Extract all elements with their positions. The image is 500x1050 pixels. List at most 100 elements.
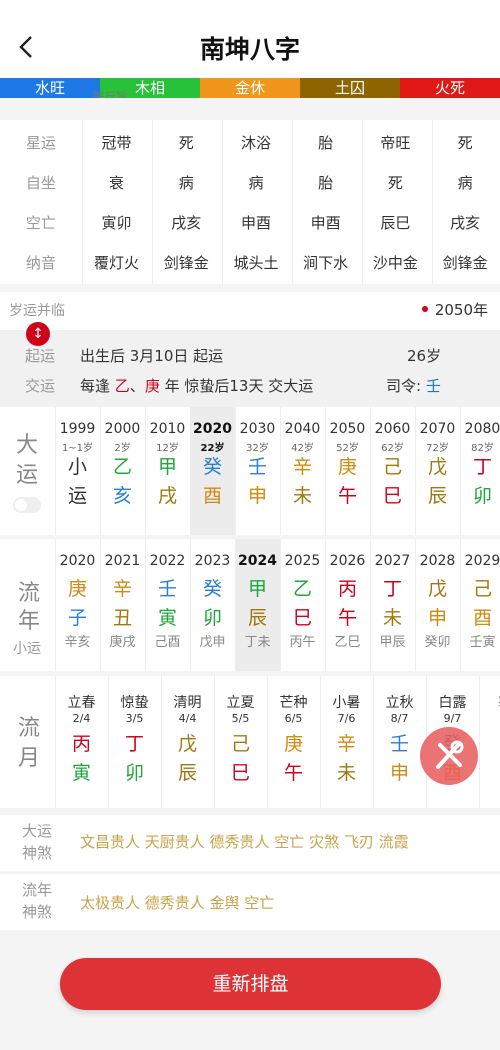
expand-collapse-icon[interactable]: ↕ (26, 322, 50, 346)
liuyue-date: 6/5 (284, 712, 303, 725)
liunian-column[interactable]: 2021 辛丑庚戌 (100, 539, 145, 671)
dayun-zhi: 未 (292, 485, 312, 507)
table-cell: 剑锋金 (442, 253, 488, 272)
liuyue-column[interactable]: 惊蛰 3/5 丁卯 (108, 676, 161, 808)
liunian-column[interactable]: 2025 乙巳丙午 (280, 539, 325, 671)
table-cell: 冠带 (101, 133, 132, 152)
liunian-xiaoyun: 丙午 (289, 635, 316, 650)
liuyue-column[interactable]: 小暑 7/6 辛未 (320, 676, 373, 808)
dayun-column[interactable]: 2040 42岁辛未 (280, 407, 325, 535)
liunian-side-sub: 小运 (13, 641, 41, 657)
liunian-year: 2020 (59, 553, 96, 569)
liunian-shensha-row: 流年 神煞 太极贵人 德秀贵人 金舆 空亡 (0, 874, 500, 930)
liuyue-date: 3/5 (125, 712, 144, 725)
liuyue-date: 4/4 (178, 712, 197, 725)
liuyue-column[interactable]: 芒种 6/5 庚午 (267, 676, 320, 808)
liunian-year: 2024 (238, 553, 277, 569)
dayun-zhi: 卯 (472, 485, 492, 507)
dayun-column[interactable]: 2020 22岁癸酉 (190, 407, 235, 535)
column-divider (325, 407, 326, 535)
liuyue-column[interactable]: 立秋 8/7 壬申 (373, 676, 426, 808)
dayun-zhi: 亥 (112, 485, 132, 507)
liunian-gan: 丙 (337, 578, 357, 600)
column-divider (190, 539, 191, 671)
liunian-year: 2029 (464, 553, 500, 569)
column-divider (415, 407, 416, 535)
liuyue-zhi: 午 (283, 762, 303, 784)
liuyue-gan: 壬 (389, 733, 409, 755)
column-divider (235, 407, 236, 535)
dayun-year: 2080 (464, 421, 500, 437)
liunian-gan: 壬 (157, 578, 177, 600)
column-divider (55, 407, 56, 535)
table-cell: 覆灯火 (94, 253, 140, 272)
dayun-age: 2岁 (114, 443, 131, 454)
dayun-gan: 小 (67, 456, 87, 478)
liunian-year: 2026 (329, 553, 366, 569)
dayun-section: 大 运 1999 1~1岁小运 2000 2岁乙亥 2010 12岁甲戌 2020 22岁癸酉… (0, 407, 500, 535)
liunian-zhi: 卯 (202, 607, 222, 629)
liunian-xiaoyun: 甲辰 (379, 635, 406, 650)
liuyue-column[interactable]: 寒 (479, 676, 500, 808)
dayun-column[interactable]: 1999 1~1岁小运 (55, 407, 100, 535)
dayun-column[interactable]: 2060 62岁己巳 (370, 407, 415, 535)
qiyun-text: 出生后 3月10日 起运 (80, 347, 224, 365)
liunian-zhi: 午 (337, 607, 357, 629)
liunian-gan: 戊 (427, 578, 447, 600)
header-bar: 南坤八字 (0, 0, 500, 78)
dayun-switch[interactable] (13, 497, 41, 513)
liunian-column[interactable]: 2027 丁未甲辰 (370, 539, 415, 671)
table-cell: 戌亥 (450, 213, 481, 232)
column-divider (145, 539, 146, 671)
dayun-column[interactable]: 2010 12岁甲戌 (145, 407, 190, 535)
dayun-column[interactable]: 2030 32岁壬申 (235, 407, 280, 535)
liunian-gan: 己 (472, 578, 492, 600)
liunian-column[interactable]: 2029 己酉壬寅 (460, 539, 500, 671)
row-label: 纳音 (25, 253, 56, 272)
tools-fab-icon[interactable] (420, 727, 478, 785)
liunian-column[interactable]: 2024 甲辰丁未 (235, 539, 280, 671)
liuyue-jieqi: 立夏 (226, 695, 255, 711)
liunian-column[interactable]: 2023 癸卯戊申 (190, 539, 235, 671)
column-divider (292, 120, 293, 284)
liuyue-column[interactable]: 立夏 5/5 己巳 (214, 676, 267, 808)
liunian-year: 2028 (419, 553, 456, 569)
liunian-column[interactable]: 2020 庚子辛亥 (55, 539, 100, 671)
rebuild-chart-button[interactable]: 重新排盘 (60, 958, 441, 1010)
column-divider (108, 676, 109, 808)
dayun-zhi: 巳 (382, 485, 402, 507)
liunian-column[interactable]: 2026 丙午乙巳 (325, 539, 370, 671)
liunian-column[interactable]: 2028 戊申癸卯 (415, 539, 460, 671)
column-divider (460, 539, 461, 671)
liuyue-column[interactable]: 立春 2/4 丙寅 (55, 676, 108, 808)
liunian-year: 2022 (149, 553, 186, 569)
liunian-year: 2023 (194, 553, 231, 569)
liunian-xiaoyun: 乙巳 (334, 635, 361, 650)
liuyue-gan: 庚 (283, 733, 303, 755)
dayun-age: 42岁 (291, 443, 314, 454)
jiaoyun-text: 每逢 乙、庚 年 惊蛰后13天 交大运 (80, 377, 314, 395)
dayun-column[interactable]: 2080 82岁丁卯 (460, 407, 500, 535)
liuyue-gan (479, 730, 500, 759)
liunian-xiaoyun: 辛亥 (64, 635, 91, 650)
dayun-gan: 甲 (157, 456, 177, 478)
table-row: 星运 冠带 死 沐浴 胎 帝旺 死 (0, 122, 500, 162)
jiaoyun-label: 交运 (25, 377, 56, 395)
dayun-side-bottom: 运 (16, 463, 39, 488)
column-divider (320, 676, 321, 808)
liuyue-column[interactable]: 清明 4/4 戊辰 (161, 676, 214, 808)
liuyue-zhi: 未 (336, 762, 356, 784)
dayun-shensha-label: 大运 神煞 (22, 822, 53, 862)
dayun-column[interactable]: 2050 52岁庚午 (325, 407, 370, 535)
dayun-column[interactable]: 2000 2岁乙亥 (100, 407, 145, 535)
table-cell: 戌亥 (171, 213, 202, 232)
dayun-column[interactable]: 2070 72岁戊辰 (415, 407, 460, 535)
table-cell: 申酉 (310, 213, 341, 232)
column-divider (100, 539, 101, 671)
page-title: 南坤八字 (199, 35, 300, 64)
dayun-side: 大 运 (0, 407, 55, 535)
column-divider (460, 407, 461, 535)
table-row: 空亡 寅卯 戌亥 申酉 申酉 辰巳 戌亥 (0, 202, 500, 242)
dayun-age: 1~1岁 (61, 443, 94, 454)
liunian-column[interactable]: 2022 壬寅己酉 (145, 539, 190, 671)
